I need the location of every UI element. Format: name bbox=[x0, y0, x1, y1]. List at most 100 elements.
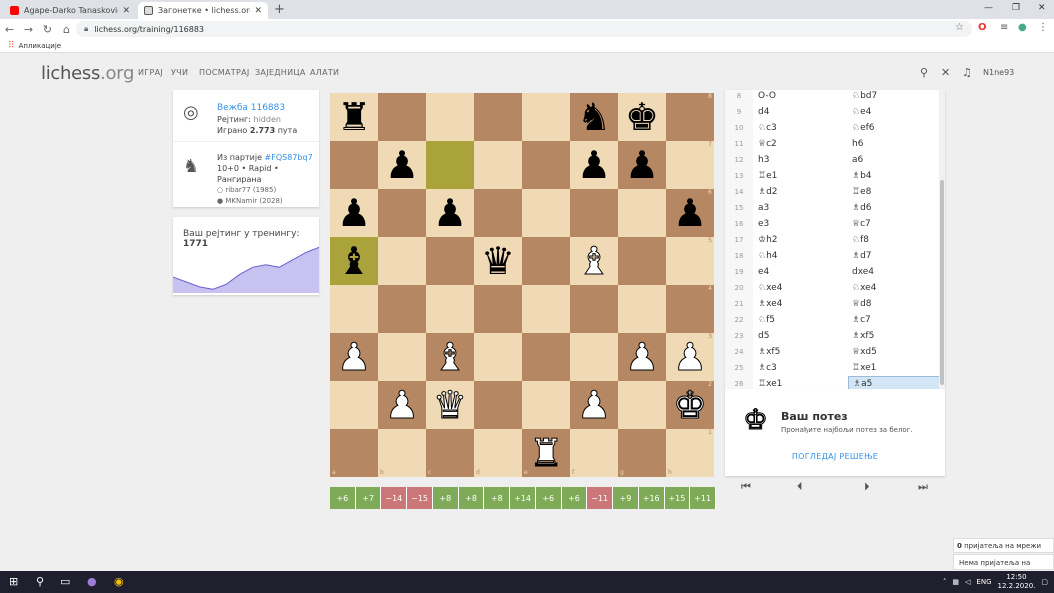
black-move[interactable]: ♘bd7 bbox=[848, 90, 941, 104]
forward-icon[interactable]: → bbox=[19, 23, 38, 36]
square-e2[interactable] bbox=[522, 381, 570, 429]
square-b5[interactable] bbox=[378, 237, 426, 285]
square-h1[interactable]: 1h bbox=[666, 429, 714, 477]
square-h5[interactable]: 5 bbox=[666, 237, 714, 285]
opera-extension-icon[interactable]: O bbox=[978, 22, 987, 33]
scrollbar-thumb[interactable] bbox=[940, 180, 944, 385]
back-icon[interactable]: ← bbox=[0, 23, 19, 36]
square-a6[interactable]: ♟ bbox=[330, 189, 378, 237]
close-tab-icon[interactable]: ✕ bbox=[254, 6, 262, 16]
eval-cell[interactable]: +9 bbox=[613, 487, 639, 509]
square-f6[interactable] bbox=[570, 189, 618, 237]
search-icon[interactable]: ⚲ bbox=[920, 66, 928, 79]
black-move[interactable]: h6 bbox=[848, 136, 941, 152]
square-e6[interactable] bbox=[522, 189, 570, 237]
move-list-scrollbar[interactable] bbox=[939, 90, 945, 389]
square-d7[interactable] bbox=[474, 141, 522, 189]
white-move[interactable]: ♘c3 bbox=[758, 120, 777, 136]
white-move[interactable]: ♖xe1 bbox=[758, 376, 782, 389]
square-f4[interactable] bbox=[570, 285, 618, 333]
square-e1[interactable]: ♜ e bbox=[522, 429, 570, 477]
eval-cell[interactable]: +7 bbox=[355, 487, 382, 509]
eval-cell[interactable]: −11 bbox=[587, 487, 614, 509]
black-move[interactable]: dxe4 bbox=[848, 264, 941, 280]
square-a1[interactable]: a bbox=[330, 429, 378, 477]
game-link[interactable]: #FQS87bq7 bbox=[265, 153, 313, 162]
square-g2[interactable] bbox=[618, 381, 666, 429]
language-indicator[interactable]: ENG bbox=[976, 578, 991, 587]
white-rook-icon[interactable]: ♜ bbox=[528, 434, 563, 473]
square-f5[interactable]: ♝ bbox=[570, 237, 618, 285]
square-e7[interactable] bbox=[522, 141, 570, 189]
square-f1[interactable]: f bbox=[570, 429, 618, 477]
tab-youtube[interactable]: Agape-Darko Tanaskovic(09… ✕ bbox=[4, 2, 136, 19]
eval-cell[interactable]: +14 bbox=[510, 487, 536, 509]
square-d3[interactable] bbox=[474, 333, 522, 381]
menu-tools[interactable]: АЛАТИ bbox=[310, 68, 339, 77]
close-window-icon[interactable]: ✕ bbox=[1038, 3, 1046, 13]
black-move[interactable]: ♗xf5 bbox=[848, 328, 941, 344]
profile-avatar-icon[interactable]: ● bbox=[1018, 22, 1027, 33]
square-e5[interactable] bbox=[522, 237, 570, 285]
square-d6[interactable] bbox=[474, 189, 522, 237]
white-player-link[interactable]: ribar77 (1985) bbox=[225, 186, 276, 194]
apps-bookmark[interactable]: Апликације bbox=[19, 42, 61, 50]
home-icon[interactable]: ⌂ bbox=[57, 23, 76, 36]
square-e8[interactable] bbox=[522, 93, 570, 141]
viber-icon[interactable]: ● bbox=[87, 575, 97, 588]
square-f2[interactable]: ♟ bbox=[570, 381, 618, 429]
task-view-icon[interactable]: ▭ bbox=[60, 575, 70, 588]
eval-cell[interactable]: −15 bbox=[407, 487, 433, 509]
square-h6[interactable]: ♟ 6 bbox=[666, 189, 714, 237]
square-d2[interactable] bbox=[474, 381, 522, 429]
square-g3[interactable]: ♟ bbox=[618, 333, 666, 381]
square-a8[interactable]: ♜ bbox=[330, 93, 378, 141]
black-pawn-icon[interactable]: ♟ bbox=[673, 194, 707, 232]
black-king-icon[interactable]: ♚ bbox=[625, 98, 659, 136]
next-move-icon[interactable]: ⏵ bbox=[864, 480, 870, 494]
black-move[interactable]: ♘xe4 bbox=[848, 280, 941, 296]
new-tab-button[interactable]: + bbox=[274, 2, 285, 17]
square-g4[interactable] bbox=[618, 285, 666, 333]
bookmark-star-icon[interactable]: ☆ bbox=[955, 22, 964, 33]
square-f3[interactable] bbox=[570, 333, 618, 381]
eval-cell[interactable]: +11 bbox=[690, 487, 717, 509]
black-pawn-icon[interactable]: ♟ bbox=[625, 146, 659, 184]
square-c1[interactable]: c bbox=[426, 429, 474, 477]
playlist-extension-icon[interactable]: ≡ bbox=[1000, 22, 1008, 33]
square-c6[interactable]: ♟ bbox=[426, 189, 474, 237]
windows-start-icon[interactable]: ⊞ bbox=[9, 575, 18, 588]
white-bishop-icon[interactable]: ♝ bbox=[576, 242, 611, 281]
white-move[interactable]: ♗xf5 bbox=[758, 344, 780, 360]
prev-move-icon[interactable]: ⏴ bbox=[797, 480, 803, 494]
square-b6[interactable] bbox=[378, 189, 426, 237]
square-h2[interactable]: ♚ 2 bbox=[666, 381, 714, 429]
square-g6[interactable] bbox=[618, 189, 666, 237]
black-bishop-icon[interactable]: ♝ bbox=[337, 242, 371, 280]
white-move[interactable]: ♘f5 bbox=[758, 312, 775, 328]
first-move-icon[interactable]: ⏮ bbox=[741, 480, 751, 494]
white-move[interactable]: ♘h4 bbox=[758, 248, 778, 264]
square-h4[interactable]: 4 bbox=[666, 285, 714, 333]
square-h3[interactable]: ♟ 3 bbox=[666, 333, 714, 381]
eval-cell[interactable]: +8 bbox=[458, 487, 485, 509]
eval-cell[interactable]: +16 bbox=[638, 487, 665, 509]
square-c2[interactable]: ♛ bbox=[426, 381, 474, 429]
square-d1[interactable]: d bbox=[474, 429, 522, 477]
black-move[interactable]: ♗c7 bbox=[848, 312, 941, 328]
square-c4[interactable] bbox=[426, 285, 474, 333]
white-move[interactable]: e4 bbox=[758, 264, 769, 280]
square-g7[interactable]: ♟ bbox=[618, 141, 666, 189]
close-tab-icon[interactable]: ✕ bbox=[122, 6, 130, 16]
square-g5[interactable] bbox=[618, 237, 666, 285]
square-a7[interactable] bbox=[330, 141, 378, 189]
menu-learn[interactable]: УЧИ bbox=[171, 68, 188, 77]
black-move[interactable]: ♘f8 bbox=[848, 232, 941, 248]
square-c3[interactable]: ♝ bbox=[426, 333, 474, 381]
square-h8[interactable]: 8 bbox=[666, 93, 714, 141]
white-move[interactable]: ♕c2 bbox=[758, 136, 777, 152]
square-b8[interactable] bbox=[378, 93, 426, 141]
reload-icon[interactable]: ↻ bbox=[38, 23, 57, 36]
square-d4[interactable] bbox=[474, 285, 522, 333]
chessboard[interactable]: ♜ ♞ ♚ 8 ♟ ♟ ♟ 7 ♟ ♟ ♟ 6 ♝ ♛ ♝ 5 4 ♟ ♝ ♟ ♟ 3 ♟ ♛ ♟ ♚ 2 a b c d ♜ e f g 1 h bbox=[330, 93, 714, 477]
